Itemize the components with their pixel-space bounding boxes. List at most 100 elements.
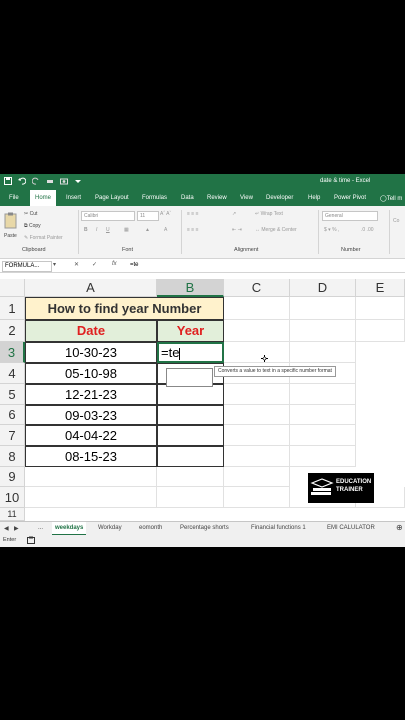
copy-button[interactable]: ⧉ Copy — [24, 223, 41, 229]
row-header[interactable]: 4 — [0, 363, 25, 384]
print-icon[interactable] — [46, 177, 54, 185]
cell-d6[interactable] — [290, 405, 356, 425]
row-header[interactable]: 3 — [0, 342, 25, 363]
format-painter-button[interactable]: ✎ Format Painter — [24, 235, 63, 241]
cell-c9[interactable] — [224, 467, 290, 487]
year-cell[interactable] — [157, 425, 224, 446]
cell-c10[interactable] — [224, 487, 290, 508]
cell-c8[interactable] — [224, 446, 290, 467]
tell-me-search[interactable]: ◯Tell m — [380, 195, 402, 202]
date-cell[interactable]: 09-03-23 — [25, 405, 157, 425]
add-sheet-icon[interactable]: ⊕ — [396, 523, 403, 532]
borders-icon[interactable]: ▦ — [124, 227, 129, 233]
year-header-cell[interactable]: Year — [157, 320, 224, 342]
number-format-select[interactable]: General — [322, 211, 378, 221]
column-header-a[interactable]: A — [25, 279, 157, 297]
save-icon[interactable] — [4, 177, 12, 185]
grow-font-icon[interactable]: Aˆ Aˇ — [160, 211, 171, 217]
tab-insert[interactable]: Insert — [66, 195, 81, 201]
column-header-c[interactable]: C — [224, 279, 290, 297]
more-sheets-button[interactable]: ... — [38, 525, 43, 531]
indent-icon[interactable]: ⇤ ⇥ — [232, 227, 242, 233]
tab-power-pivot[interactable]: Power Pivot — [334, 195, 366, 201]
fill-color-icon[interactable]: ▲ — [145, 227, 150, 233]
paste-button[interactable]: Paste — [4, 233, 17, 239]
row-header[interactable]: 9 — [0, 467, 25, 487]
cell-a10[interactable] — [25, 487, 157, 508]
customize-toolbar-icon[interactable] — [74, 177, 82, 185]
column-header-d[interactable]: D — [290, 279, 356, 297]
cancel-icon[interactable]: ✕ — [74, 261, 79, 268]
cell-d7[interactable] — [290, 425, 356, 446]
cell-d5[interactable] — [290, 384, 356, 405]
date-cell[interactable]: 08-15-23 — [25, 446, 157, 467]
cell-c1[interactable] — [224, 297, 290, 320]
tab-data[interactable]: Data — [181, 195, 194, 201]
italic-button[interactable]: I — [96, 227, 97, 233]
year-cell[interactable] — [157, 384, 224, 405]
cell-e1[interactable] — [356, 297, 405, 320]
next-sheet-icon[interactable]: ▶ — [14, 525, 19, 532]
undo-icon[interactable] — [18, 177, 27, 185]
cut-button[interactable]: ✂ Cut — [24, 211, 37, 217]
date-header-cell[interactable]: Date — [25, 320, 157, 342]
redo-icon[interactable] — [31, 177, 40, 185]
row-header[interactable]: 5 — [0, 384, 25, 405]
cell-c3[interactable] — [224, 342, 290, 363]
conditional-format-icon[interactable]: Co — [393, 218, 399, 224]
sheet-tab-workday[interactable]: Workday — [98, 525, 122, 531]
cell-c7[interactable] — [224, 425, 290, 446]
row-header[interactable]: 6 — [0, 405, 25, 425]
row-header[interactable]: 8 — [0, 446, 25, 467]
macro-record-icon[interactable] — [27, 536, 35, 546]
bold-button[interactable]: B — [84, 227, 88, 233]
row-header[interactable]: 10 — [0, 487, 25, 508]
sheet-tab-percentage-shorts[interactable]: Percentage shorts — [180, 525, 229, 531]
previous-sheet-icon[interactable]: ◀ — [4, 525, 9, 532]
cell-c6[interactable] — [224, 405, 290, 425]
currency-icon[interactable]: $ ▾ % , — [324, 227, 339, 233]
top-align-icon[interactable]: ≡ ≡ ≡ — [187, 211, 199, 217]
insert-function-icon[interactable]: fx — [112, 261, 117, 267]
row-header[interactable]: 2 — [0, 320, 25, 342]
tab-formulas[interactable]: Formulas — [142, 195, 167, 201]
sheet-tab-financial-functions[interactable]: Financial functions 1 — [251, 525, 306, 531]
font-color-icon[interactable]: A — [164, 227, 167, 233]
enter-icon[interactable]: ✓ — [92, 261, 97, 268]
decimal-icon[interactable]: .0 .00 — [361, 227, 374, 233]
cell-d1[interactable] — [290, 297, 356, 320]
year-cell[interactable] — [157, 446, 224, 467]
date-cell[interactable]: 05-10-98 — [25, 363, 157, 384]
date-cell[interactable]: 04-04-22 — [25, 425, 157, 446]
active-cell-b3[interactable]: =te — [157, 342, 224, 363]
cell-a9[interactable] — [25, 467, 157, 487]
tab-help[interactable]: Help — [308, 195, 320, 201]
wrap-text-button[interactable]: ↵ Wrap Text — [255, 211, 283, 217]
tab-home[interactable]: Home — [30, 190, 57, 206]
tab-developer[interactable]: Developer — [266, 195, 293, 201]
underline-button[interactable]: U — [106, 227, 110, 233]
font-name-select[interactable]: Calibri — [81, 211, 135, 221]
year-cell[interactable] — [157, 405, 224, 425]
date-cell[interactable]: 10-30-23 — [25, 342, 157, 363]
cell-b10[interactable] — [157, 487, 224, 508]
row-header[interactable]: 11 — [0, 508, 25, 521]
tab-file[interactable]: File — [9, 195, 19, 201]
font-size-select[interactable]: 11 — [137, 211, 159, 221]
tab-view[interactable]: View — [240, 195, 253, 201]
cell-b9[interactable] — [157, 467, 224, 487]
orientation-icon[interactable]: ↗ — [232, 211, 236, 217]
camera-icon[interactable] — [60, 177, 68, 185]
tab-review[interactable]: Review — [207, 195, 227, 201]
sheet-tab-weekdays[interactable]: weekdays — [52, 522, 87, 536]
cell-c2[interactable] — [224, 320, 290, 342]
tab-page-layout[interactable]: Page Layout — [95, 195, 129, 201]
paste-icon[interactable] — [4, 212, 18, 232]
select-all-corner[interactable] — [0, 279, 25, 297]
name-box[interactable]: FORMULA... — [2, 261, 52, 272]
row-header[interactable]: 1 — [0, 297, 25, 320]
cell-c5[interactable] — [224, 384, 290, 405]
name-box-dropdown-icon[interactable]: ▾ — [53, 261, 56, 268]
sheet-title-cell[interactable]: How to find year Number — [25, 297, 224, 320]
date-cell[interactable]: 12-21-23 — [25, 384, 157, 405]
